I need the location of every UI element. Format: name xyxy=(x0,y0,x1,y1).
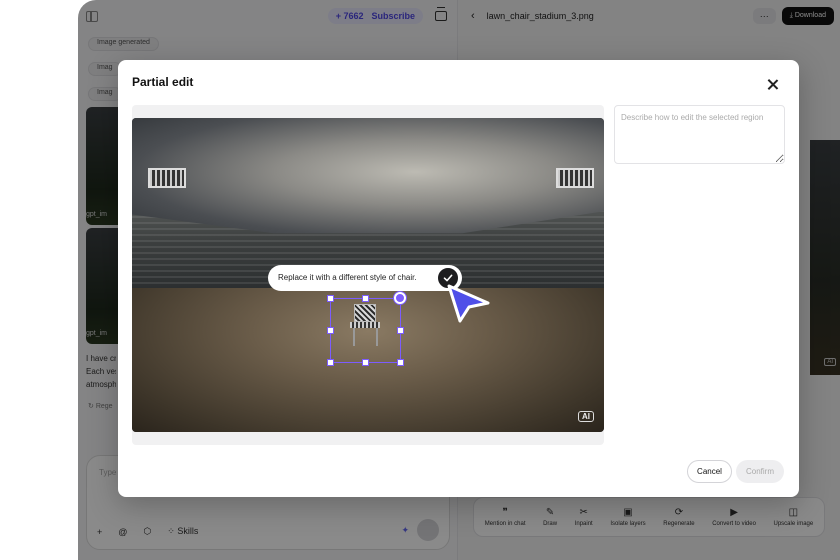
edit-canvas: AI Replace it with a different style of … xyxy=(132,105,604,445)
ai-badge: AI xyxy=(578,411,594,422)
resize-handle[interactable] xyxy=(362,295,369,302)
edit-prompt-text: Replace it with a different style of cha… xyxy=(278,273,417,282)
cursor-pointer-icon xyxy=(446,283,492,330)
partial-edit-dialog: Partial edit AI Replace it with a differ… xyxy=(118,60,799,497)
edit-description-input[interactable] xyxy=(614,105,785,164)
confirm-button[interactable]: Confirm xyxy=(736,460,784,483)
resize-handle[interactable] xyxy=(327,359,334,366)
resize-handle[interactable] xyxy=(397,359,404,366)
cancel-button[interactable]: Cancel xyxy=(687,460,732,483)
stadium-image[interactable]: AI Replace it with a different style of … xyxy=(132,118,604,432)
resize-handle[interactable] xyxy=(397,327,404,334)
resize-handle[interactable] xyxy=(327,295,334,302)
close-icon[interactable] xyxy=(767,79,779,91)
image-sky xyxy=(132,118,604,238)
edit-prompt-bubble[interactable]: Replace it with a different style of cha… xyxy=(268,265,462,291)
rotate-handle[interactable] xyxy=(394,292,406,304)
resize-handle[interactable] xyxy=(362,359,369,366)
resize-handle[interactable] xyxy=(327,327,334,334)
dialog-title: Partial edit xyxy=(132,75,194,89)
floodlight xyxy=(148,168,186,188)
floodlight xyxy=(556,168,594,188)
selection-box[interactable] xyxy=(330,298,401,363)
